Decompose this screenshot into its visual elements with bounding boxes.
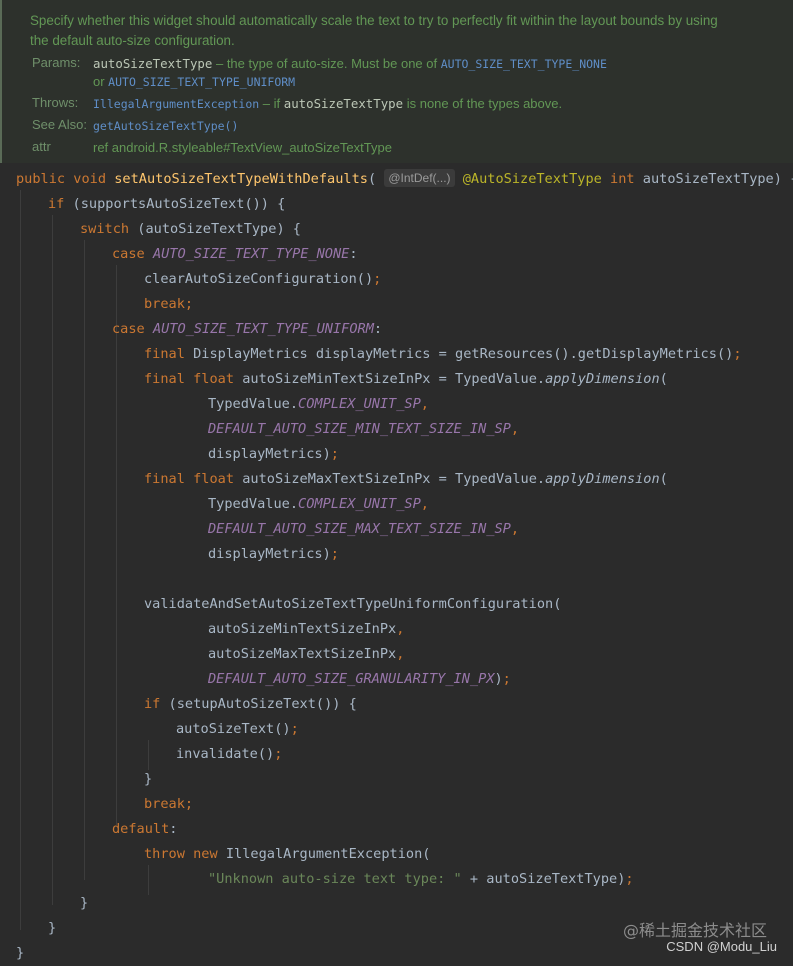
indent-guide: [84, 240, 85, 880]
code-line-20: autoSizeMaxTextSizeInPx,: [208, 646, 405, 662]
code-line-1: public void setAutoSizeTextTypeWithDefau…: [16, 169, 793, 187]
attr-label: attr: [32, 139, 51, 154]
throws-label: Throws:: [32, 95, 79, 110]
link-type-uniform[interactable]: AUTO_SIZE_TEXT_TYPE_UNIFORM: [108, 75, 295, 89]
code-line-18: validateAndSetAutoSizeTextTypeUniformCon…: [144, 596, 562, 612]
link-get-auto-size[interactable]: getAutoSizeTextType(): [93, 119, 238, 133]
indent-guide: [116, 265, 117, 825]
code-line-21: DEFAULT_AUTO_SIZE_GRANULARITY_IN_PX);: [208, 671, 511, 687]
method-name: setAutoSizeTextTypeWithDefaults: [114, 171, 368, 187]
code-line-23: autoSizeText();: [176, 721, 299, 737]
code-line-7: case AUTO_SIZE_TEXT_TYPE_UNIFORM:: [112, 321, 383, 337]
code-line-8: final DisplayMetrics displayMetrics = ge…: [144, 346, 742, 362]
code-line-16: displayMetrics);: [208, 546, 339, 562]
code-line-26: break;: [144, 796, 194, 812]
indent-guide: [52, 215, 53, 905]
code-line-14: TypedValue.COMPLEX_UNIT_SP,: [208, 496, 429, 512]
indent-guide: [148, 865, 149, 895]
param-name: autoSizeTextType: [93, 56, 213, 71]
inlay-hint-intdef[interactable]: @IntDef(...): [384, 169, 455, 187]
javadoc-description: Specify whether this widget should autom…: [30, 13, 718, 48]
code-line-32: }: [16, 945, 25, 961]
attr-value: ref android.R.styleable#TextView_autoSiz…: [93, 140, 392, 155]
code-line-29: "Unknown auto-size text type: " + autoSi…: [208, 871, 634, 887]
params-label: Params:: [32, 55, 81, 70]
code-line-11: DEFAULT_AUTO_SIZE_MIN_TEXT_SIZE_IN_SP,: [208, 421, 520, 437]
code-line-10: TypedValue.COMPLEX_UNIT_SP,: [208, 396, 429, 412]
code-line-9: final float autoSizeMinTextSizeInPx = Ty…: [144, 371, 668, 387]
indent-guide: [148, 740, 149, 770]
code-line-4: case AUTO_SIZE_TEXT_TYPE_NONE:: [112, 246, 358, 262]
code-line-31: }: [48, 920, 57, 936]
link-exception[interactable]: IllegalArgumentException: [93, 97, 259, 111]
code-line-30: }: [80, 895, 89, 911]
code-line-19: autoSizeMinTextSizeInPx,: [208, 621, 405, 637]
see-also-label: See Also:: [32, 117, 87, 132]
javadoc-panel: Specify whether this widget should autom…: [0, 0, 793, 163]
code-line-25: }: [144, 771, 153, 787]
link-type-none[interactable]: AUTO_SIZE_TEXT_TYPE_NONE: [441, 57, 607, 71]
code-line-24: invalidate();: [176, 746, 283, 762]
code-line-2: if (supportsAutoSizeText()) {: [48, 196, 286, 212]
code-line-12: displayMetrics);: [208, 446, 339, 462]
code-line-3: switch (autoSizeTextType) {: [80, 221, 301, 237]
code-line-13: final float autoSizeMaxTextSizeInPx = Ty…: [144, 471, 668, 487]
watermark-site: @稀土掘金技术社区: [622, 921, 767, 940]
code-line-5: clearAutoSizeConfiguration();: [144, 271, 382, 287]
watermark-author: CSDN @Modu_Liu: [666, 939, 777, 954]
code-line-15: DEFAULT_AUTO_SIZE_MAX_TEXT_SIZE_IN_SP,: [208, 521, 520, 537]
code-line-27: default:: [112, 821, 178, 837]
code-line-28: throw new IllegalArgumentException(: [144, 846, 431, 862]
indent-guide: [20, 190, 21, 930]
code-line-6: break;: [144, 296, 194, 312]
code-line-22: if (setupAutoSizeText()) {: [144, 696, 357, 712]
